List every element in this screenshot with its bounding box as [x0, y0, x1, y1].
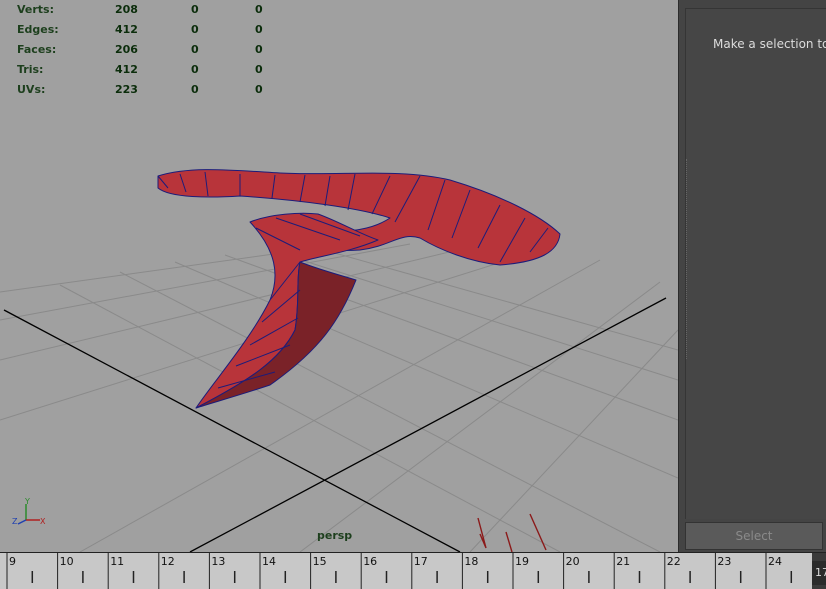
time-ruler[interactable]: 9 10 11 12 13 14 15 16 17 18 19 20 21 22 23 24 [0, 553, 812, 589]
grid-axes [3, 297, 667, 552]
hud-row-edges: Edges: 412 0 0 [17, 23, 277, 43]
gizmo-z: Z [12, 517, 18, 526]
hud-value: 0 [191, 63, 199, 76]
timeline-tick-label: 20 [566, 555, 580, 568]
hud-value: 208 [115, 3, 138, 16]
hud-value: 0 [191, 83, 199, 96]
hud-value: 0 [191, 23, 199, 36]
hud-value: 412 [115, 63, 138, 76]
hud-value: 0 [255, 23, 263, 36]
timeline-tick-label: 22 [667, 555, 681, 568]
timeline-tick-label: 18 [464, 555, 478, 568]
hud-value: 0 [255, 63, 263, 76]
select-button[interactable]: Select [685, 522, 823, 550]
timeline-tick-label: 17 [414, 555, 428, 568]
current-frame-field[interactable]: 17 [812, 561, 826, 585]
timeline-tick-label: 13 [211, 555, 225, 568]
timeline-tick-label: 11 [110, 555, 124, 568]
timeline-tick-label: 16 [363, 555, 377, 568]
hud-row-uvs: UVs: 223 0 0 [17, 83, 277, 103]
hud-value: 0 [255, 43, 263, 56]
camera-label: persp [317, 529, 353, 542]
gizmo-x: X [40, 517, 46, 526]
timeline-tick-label: 10 [60, 555, 74, 568]
axis-gizmo: Y X Z [10, 497, 50, 536]
timeline-tick-label: 19 [515, 555, 529, 568]
hud-value: 0 [191, 43, 199, 56]
panel-content: Make a selection to view [685, 8, 826, 519]
hud-value: 0 [255, 83, 263, 96]
hud-value: 206 [115, 43, 138, 56]
panel-resize-grip[interactable] [686, 159, 690, 359]
hud-value: 223 [115, 83, 138, 96]
hud-label: Faces: [17, 43, 57, 56]
viewport-persp[interactable]: Verts: 208 0 0 Edges: 412 0 0 Faces: 206… [0, 0, 679, 552]
poly-count-hud: Verts: 208 0 0 Edges: 412 0 0 Faces: 206… [17, 3, 277, 103]
timeline-tick-label: 12 [161, 555, 175, 568]
timeline-tick-label: 24 [768, 555, 782, 568]
hud-label: Edges: [17, 23, 59, 36]
hud-row-verts: Verts: 208 0 0 [17, 3, 277, 23]
hud-label: UVs: [17, 83, 46, 96]
hud-value: 0 [255, 3, 263, 16]
hud-value: 412 [115, 23, 138, 36]
time-slider[interactable]: 9 10 11 12 13 14 15 16 17 18 19 20 21 22 23 24 17 [0, 552, 826, 589]
timeline-tick-label: 15 [313, 555, 327, 568]
gizmo-y: Y [24, 498, 30, 506]
timeline-tick-label: 23 [717, 555, 731, 568]
timeline-tick-label: 9 [9, 555, 16, 568]
hud-label: Verts: [17, 3, 55, 16]
hud-row-tris: Tris: 412 0 0 [17, 63, 277, 83]
timeline-tick-label: 14 [262, 555, 276, 568]
timeline-tick-label: 21 [616, 555, 630, 568]
mesh-model [157, 169, 561, 409]
hud-row-faces: Faces: 206 0 0 [17, 43, 277, 63]
hud-value: 0 [191, 3, 199, 16]
selection-message: Make a selection to view [713, 37, 826, 51]
attribute-panel: Make a selection to view Select [679, 0, 826, 552]
hud-label: Tris: [17, 63, 44, 76]
